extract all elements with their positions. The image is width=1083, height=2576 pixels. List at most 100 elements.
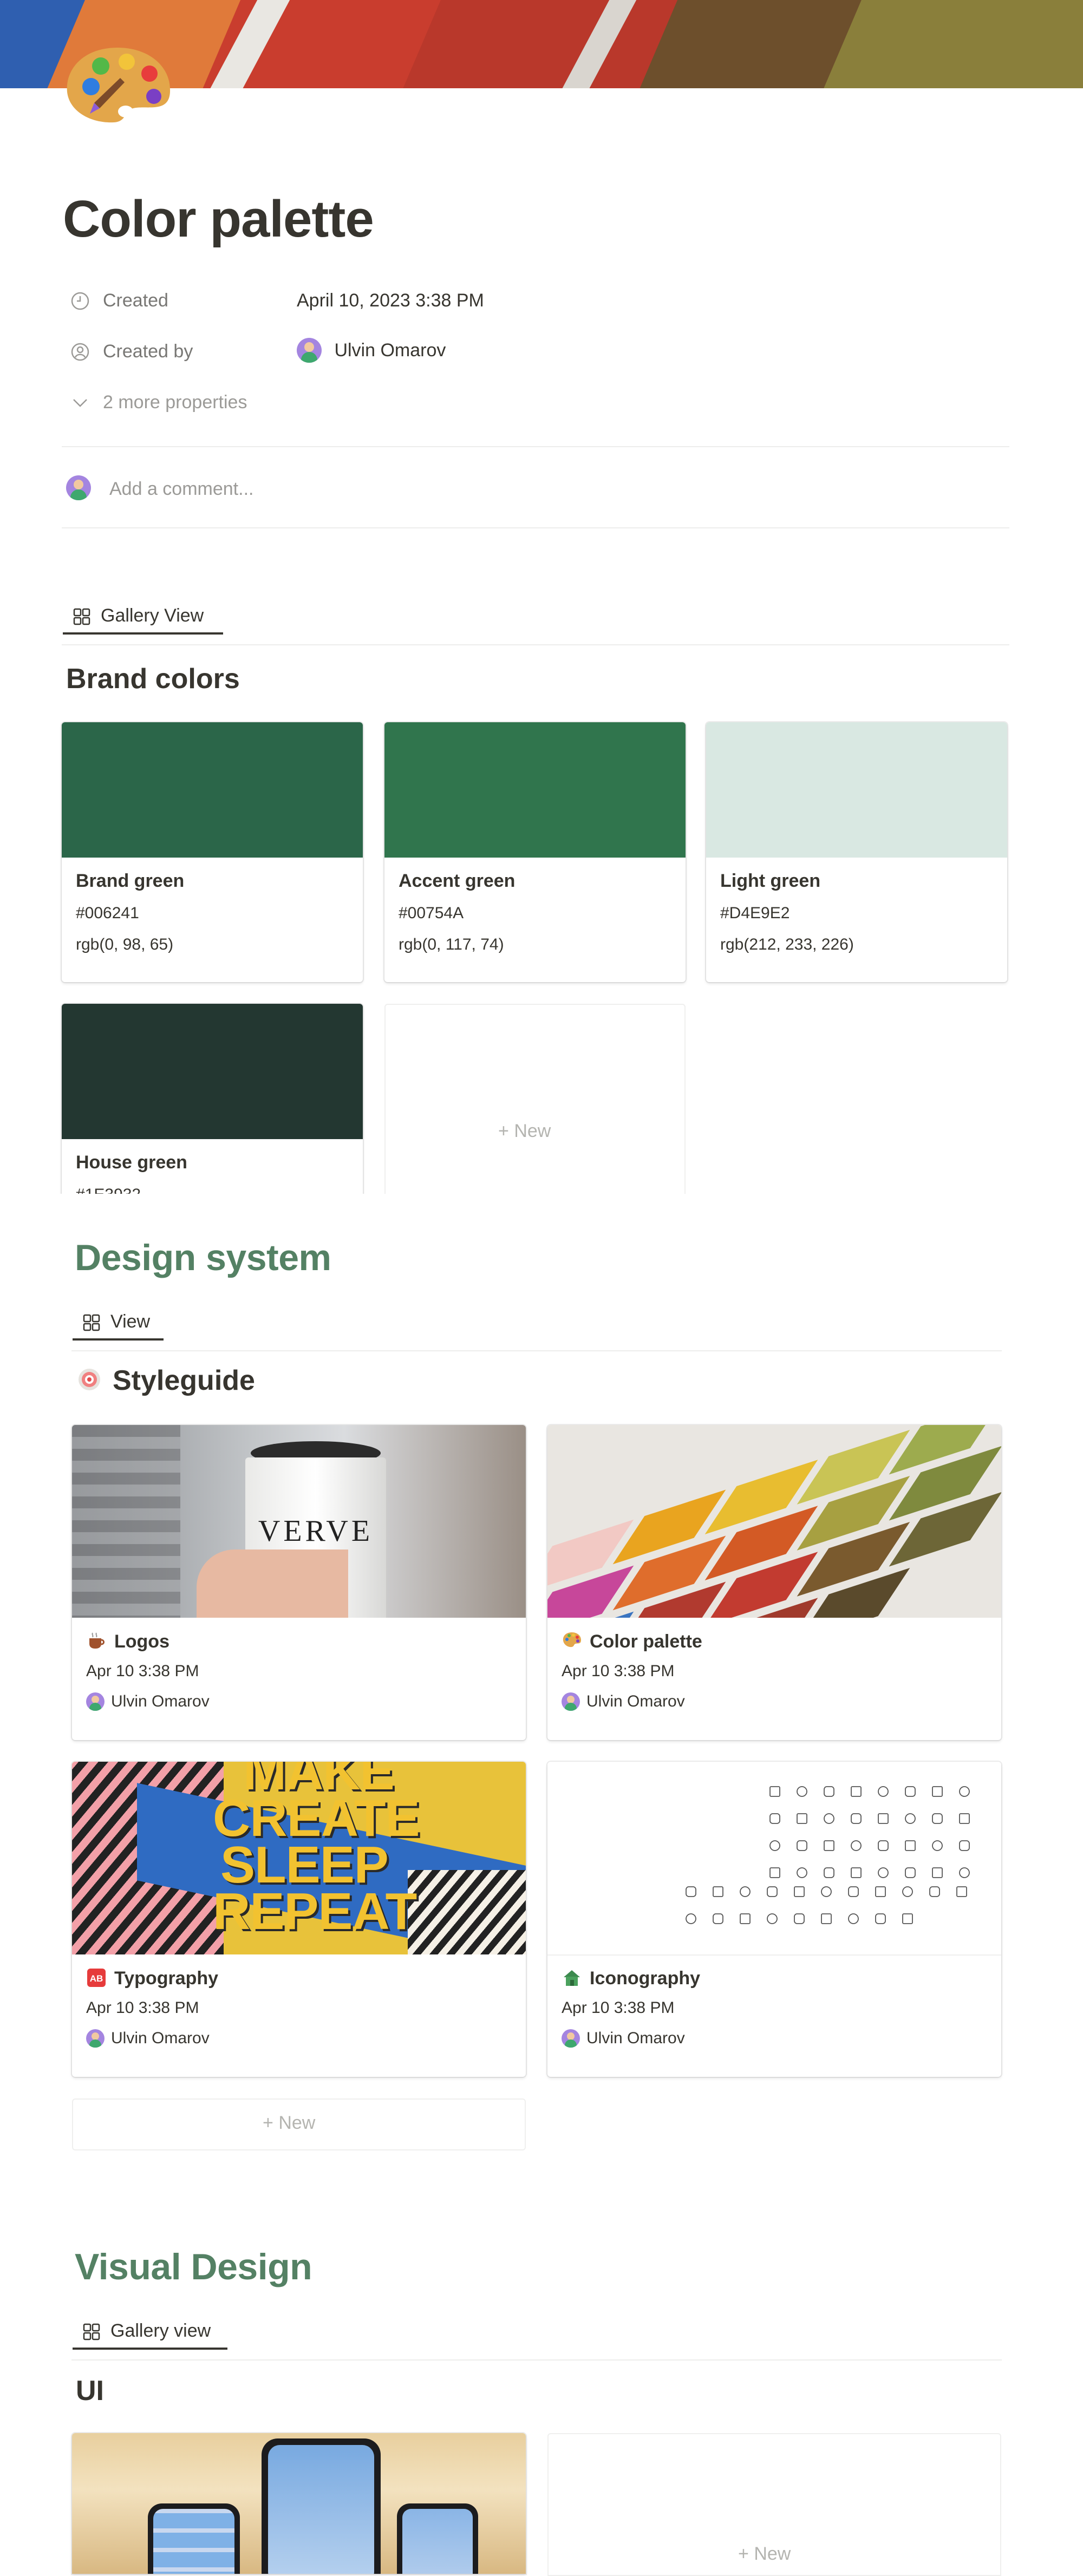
- glyph-icon: [875, 1886, 886, 1897]
- typography-poster-text: MAKE CREATE SLEEP REPEAT: [213, 1762, 420, 1940]
- tab-gallery-view[interactable]: Gallery view: [73, 2316, 227, 2350]
- section-heading-styleguide[interactable]: Styleguide: [76, 1364, 255, 1397]
- glyph-icon: [902, 1886, 913, 1897]
- property-label: Created: [103, 290, 168, 311]
- palette-icon: [563, 1632, 581, 1647]
- glyph-icon: [767, 1913, 778, 1924]
- glyph-icon: [797, 1840, 807, 1851]
- tab-gallery-view[interactable]: Gallery View: [63, 601, 223, 635]
- glyph-icon: [686, 1886, 696, 1897]
- glyph-icon: [794, 1886, 805, 1897]
- avatar: [86, 1692, 105, 1711]
- glyph-icon: [905, 1867, 916, 1878]
- glyph-icon: [713, 1913, 723, 1924]
- property-value-wrapper[interactable]: Ulvin Omarov: [297, 338, 446, 363]
- glyph-icon: [932, 1867, 943, 1878]
- styleguide-card-iconography[interactable]: Iconography Apr 10 3:38 PM Ulvin Omarov: [547, 1762, 1001, 2077]
- glyph-icon: [821, 1886, 832, 1897]
- tab-view[interactable]: View: [73, 1307, 164, 1341]
- color-card-brand-green[interactable]: Brand green #006241 rgb(0, 98, 65): [62, 722, 363, 982]
- card-rgb: rgb(0, 117, 74): [399, 936, 504, 953]
- card-title: Logos: [86, 1631, 169, 1652]
- glyph-icon: [797, 1786, 807, 1797]
- phone-mockup: [148, 2503, 240, 2574]
- house-icon: [564, 1970, 580, 1986]
- gallery-grid-icon: [83, 1314, 100, 1331]
- svg-text:AB: AB: [90, 1973, 103, 1984]
- new-card-button[interactable]: + New: [384, 1004, 686, 1194]
- tab-underline: [73, 2348, 227, 2350]
- color-card-house-green[interactable]: House green #1E3932: [62, 1004, 363, 1194]
- section-heading-design-system[interactable]: Design system: [75, 1237, 331, 1279]
- avatar: [562, 1692, 580, 1711]
- coffee-icon: [89, 1632, 105, 1649]
- ui-gallery-card[interactable]: [72, 2433, 526, 2574]
- glyph-icon: [821, 1913, 832, 1924]
- glyph-icon: [878, 1786, 889, 1797]
- glyph-icon: [878, 1813, 889, 1824]
- plus-icon: +: [498, 1121, 509, 1141]
- palette-icon[interactable]: [62, 42, 173, 129]
- page-title[interactable]: Color palette: [63, 189, 374, 249]
- cup-logo-text: VERVE: [258, 1514, 374, 1548]
- icon-grid-preview: [686, 1786, 970, 1924]
- card-date: Apr 10 3:38 PM: [562, 1999, 675, 2017]
- more-properties-toggle[interactable]: 2 more properties: [63, 385, 713, 418]
- chevron-down-icon: [73, 399, 87, 407]
- card-title: Color palette: [562, 1631, 702, 1652]
- card-cover-image: [72, 2433, 526, 2574]
- glyph-icon: [824, 1840, 834, 1851]
- color-card-light-green[interactable]: Light green #D4E9E2 rgb(212, 233, 226): [706, 722, 1007, 982]
- tab-bar-divider: [71, 1350, 1002, 1351]
- property-created[interactable]: Created April 10, 2023 3:38 PM: [63, 284, 713, 316]
- card-hex: #1E3932: [76, 1186, 141, 1194]
- glyph-icon: [713, 1886, 723, 1897]
- card-author: Ulvin Omarov: [562, 2029, 685, 2048]
- tab-bar-divider: [62, 644, 1009, 645]
- glyph-icon: [851, 1840, 862, 1851]
- avatar: [297, 338, 322, 363]
- card-hex: #006241: [76, 904, 139, 922]
- glyph-icon: [769, 1786, 780, 1797]
- clock-icon: [71, 292, 89, 310]
- cover-shadow: [72, 1425, 180, 1618]
- styleguide-card-color-palette[interactable]: Color palette Apr 10 3:38 PM Ulvin Omaro…: [547, 1425, 1001, 1740]
- card-author: Ulvin Omarov: [86, 2029, 210, 2048]
- glyph-icon: [797, 1867, 807, 1878]
- tab-label: Gallery view: [110, 2320, 211, 2341]
- glyph-icon: [878, 1840, 889, 1851]
- hand: [197, 1549, 348, 1618]
- glyph-icon: [794, 1913, 805, 1924]
- glyph-icon: [932, 1786, 943, 1797]
- gallery-grid-icon: [73, 608, 90, 625]
- color-swatch: [706, 722, 1007, 858]
- new-card-button[interactable]: + New: [72, 2098, 526, 2150]
- property-created-by[interactable]: Created by Ulvin Omarov: [63, 335, 713, 367]
- glyph-icon: [740, 1886, 751, 1897]
- ab-icon: AB: [87, 1969, 106, 1987]
- glyph-icon: [905, 1840, 916, 1851]
- new-card-button[interactable]: + New: [547, 2433, 1001, 2576]
- divider: [62, 527, 1009, 528]
- section-heading-ui[interactable]: UI: [76, 2375, 104, 2407]
- comment-input[interactable]: Add a comment...: [63, 471, 1010, 509]
- color-card-accent-green[interactable]: Accent green #00754A rgb(0, 117, 74): [384, 722, 686, 982]
- divider: [62, 446, 1009, 447]
- styleguide-card-logos[interactable]: VERVE Logos Apr 10 3:38 PM Ulvin Omarov: [72, 1425, 526, 1740]
- author-name: Ulvin Omarov: [334, 339, 446, 361]
- phone-mockup: [397, 2503, 478, 2574]
- glyph-icon: [932, 1813, 943, 1824]
- stripe-pattern-right: [408, 1870, 526, 1954]
- glyph-icon: [875, 1913, 886, 1924]
- glyph-icon: [767, 1886, 778, 1897]
- glyph-icon: [959, 1840, 970, 1851]
- styleguide-card-typography[interactable]: MAKE CREATE SLEEP REPEAT AB Typography A…: [72, 1762, 526, 2077]
- phone-mockup: [262, 2438, 381, 2574]
- card-date: Apr 10 3:38 PM: [86, 1662, 199, 1680]
- section-heading-brand-colors[interactable]: Brand colors: [66, 663, 240, 695]
- section-heading-visual-design[interactable]: Visual Design: [75, 2246, 312, 2288]
- card-cover-image: [547, 1425, 1001, 1618]
- glyph-icon: [959, 1813, 970, 1824]
- more-properties-label: 2 more properties: [103, 392, 247, 413]
- glyph-icon: [905, 1813, 916, 1824]
